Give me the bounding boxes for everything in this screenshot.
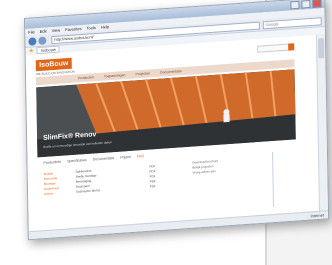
minimize-button[interactable] bbox=[290, 0, 300, 10]
site-page: IsoBouw WE BUILD ON INNOVATION Producten… bbox=[35, 40, 303, 232]
menu-tools[interactable]: Tools bbox=[86, 25, 95, 31]
nav-item[interactable]: Documentatie bbox=[160, 69, 182, 75]
site-search-input[interactable] bbox=[257, 43, 295, 53]
nav-item[interactable]: Projecten bbox=[135, 71, 150, 76]
tab-documentatie[interactable]: Documentatie bbox=[93, 156, 115, 162]
forward-button[interactable] bbox=[38, 35, 47, 45]
vertical-scrollbar[interactable] bbox=[315, 34, 329, 212]
tab-specificaties[interactable]: Specificaties bbox=[67, 158, 87, 163]
document-list: Isolatie Dakbeschot PDF Renovatie Snelle mo… bbox=[44, 163, 164, 196]
close-button[interactable] bbox=[312, 0, 322, 8]
browser-window: File Edit View Favorites Tools Help http… bbox=[24, 0, 330, 241]
nav-item[interactable]: Producten bbox=[78, 75, 94, 80]
menu-view[interactable]: View bbox=[52, 28, 61, 34]
menu-edit[interactable]: Edit bbox=[40, 28, 47, 33]
menu-file[interactable]: File bbox=[28, 29, 35, 34]
tab-productinfo[interactable]: Productinfo bbox=[43, 160, 61, 165]
page-content: IsoBouw WE BUILD ON INNOVATION Producten… bbox=[25, 34, 321, 233]
status-text: Internet bbox=[310, 212, 325, 219]
nav-item[interactable]: Toepassingen bbox=[104, 73, 126, 79]
divider bbox=[272, 151, 274, 208]
tab-faq[interactable]: FAQ bbox=[137, 154, 144, 158]
tab-prijzen[interactable]: Prijzen bbox=[120, 155, 131, 160]
back-button[interactable] bbox=[28, 36, 37, 46]
site-search-button[interactable] bbox=[288, 43, 295, 51]
side-links: Download brochure Bekijk projecten Vraag… bbox=[192, 156, 262, 176]
menu-help[interactable]: Help bbox=[101, 24, 109, 30]
maximize-button[interactable] bbox=[301, 0, 311, 9]
scrollbar-thumb[interactable] bbox=[318, 38, 325, 59]
